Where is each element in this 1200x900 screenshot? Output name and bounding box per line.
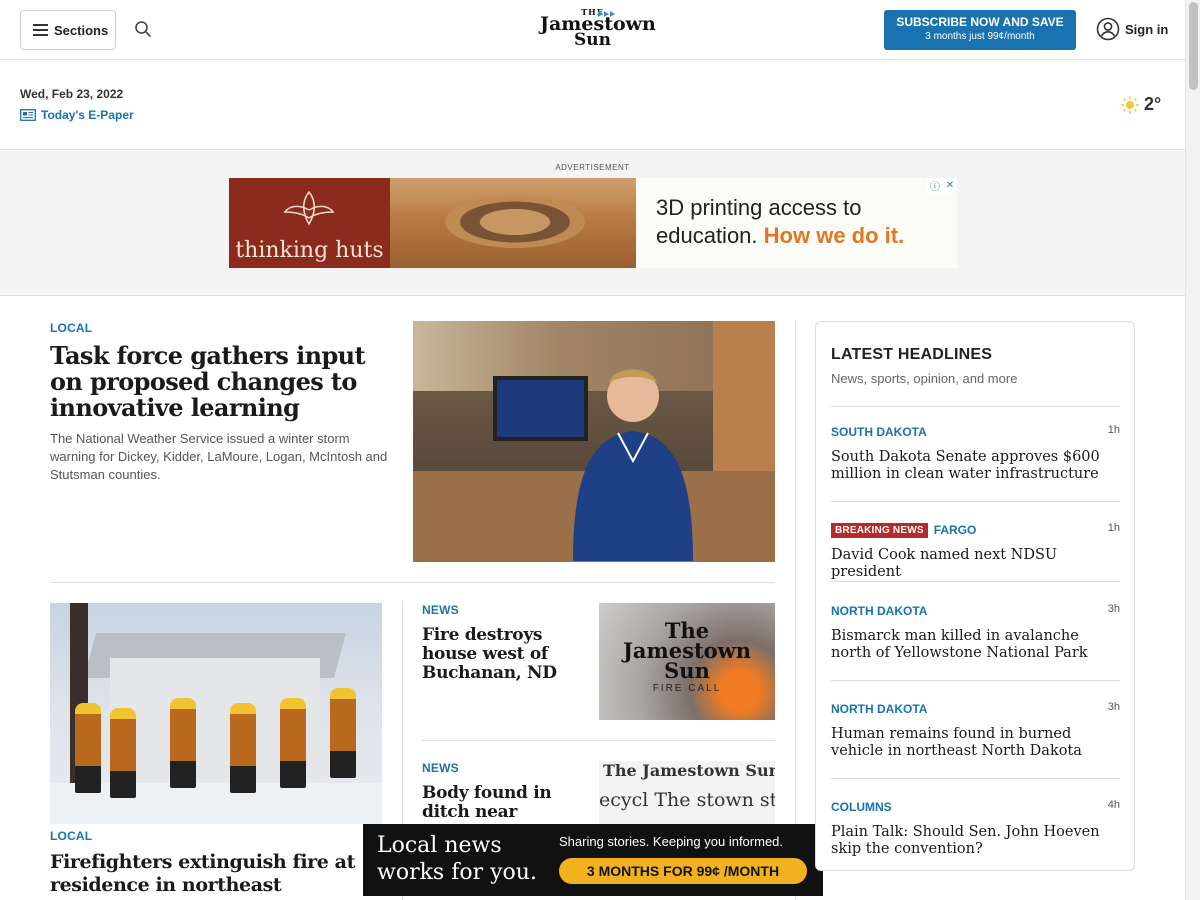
search-button[interactable]: [134, 20, 154, 40]
banner-ad-cta-button[interactable]: 3 MONTHS FOR 99¢ /MONTH: [559, 858, 807, 884]
bird-logo-icon: [283, 190, 335, 226]
ad-message-line1: 3D printing access to: [656, 195, 862, 220]
close-icon[interactable]: ✕: [946, 180, 954, 191]
advertisement-label: ADVERTISEMENT: [555, 163, 630, 172]
sections-label: Sections: [54, 22, 109, 38]
ad-message-prefix: education.: [656, 222, 758, 248]
subscribe-line2: 3 months just 99¢/month: [925, 31, 1035, 42]
ad-message-highlight: How we do it.: [763, 222, 905, 248]
divider: [422, 740, 775, 741]
temperature: 2°: [1144, 94, 1162, 114]
lead-headline[interactable]: Task force gathers input on proposed cha…: [50, 343, 390, 421]
news2-thumb-row2: ecycl The stown studi: [599, 789, 775, 811]
epaper-label: Today's E-Paper: [41, 108, 134, 122]
lead-summary: The National Weather Service issued a wi…: [50, 431, 388, 482]
news1-thumb-logo: The Jamestown Sun: [599, 620, 775, 683]
sun-icon: [1121, 95, 1139, 114]
headline-title[interactable]: Human remains found in burned vehicle in…: [831, 726, 1120, 760]
headline-age: 1h: [1107, 522, 1120, 534]
news2-headline[interactable]: Body found in ditch near: [422, 784, 582, 822]
sign-in-label: Sign in: [1125, 21, 1169, 37]
logo-arrows-icon: [598, 11, 615, 17]
newspaper-icon: [20, 109, 36, 121]
news1-thumb-caption: FIRE CALL: [652, 683, 722, 694]
search-icon: [135, 21, 151, 37]
headline-item[interactable]: NORTH DAKOTA 3h Human remains found in b…: [831, 700, 1120, 779]
headline-category[interactable]: FARGO: [934, 523, 977, 537]
fire-kicker[interactable]: LOCAL: [50, 829, 92, 843]
headline-item[interactable]: COLUMNS 4h Plain Talk: Should Sen. John …: [831, 798, 1120, 858]
banner-ad[interactable]: thinking huts 3D printing access to educ…: [229, 178, 957, 268]
subscribe-line1: SUBSCRIBE NOW AND SAVE: [896, 15, 1064, 29]
site-logo[interactable]: THE Jamestown Sun: [540, 8, 656, 52]
lead-photo-person: [573, 369, 693, 561]
current-date: Wed, Feb 23, 2022: [20, 87, 124, 101]
hamburger-icon: [33, 24, 48, 36]
news1-thumb-line3: Sun: [664, 658, 710, 683]
banner-ad-left: Local news works for you.: [377, 833, 537, 885]
latest-headlines-rail: LATEST HEADLINES News, sports, opinion, …: [815, 321, 1135, 871]
headline-title[interactable]: Plain Talk: Should Sen. John Hoeven skip…: [831, 824, 1120, 858]
rail-title: LATEST HEADLINES: [831, 346, 993, 363]
ad-message: 3D printing access to education. How we …: [636, 178, 957, 268]
weather-widget[interactable]: 2°: [1120, 94, 1161, 115]
headline-age: 4h: [1107, 799, 1120, 811]
headline-category[interactable]: COLUMNS: [831, 800, 892, 814]
headline-item[interactable]: BREAKING NEWS FARGO 1h David Cook named n…: [831, 521, 1120, 582]
subscribe-button[interactable]: SUBSCRIBE NOW AND SAVE 3 months just 99¢…: [884, 10, 1076, 50]
ad-hut-image: [390, 178, 636, 268]
epaper-link[interactable]: Today's E-Paper: [20, 108, 134, 122]
date-strip: Wed, Feb 23, 2022 Today's E-Paper 2°: [0, 60, 1185, 150]
headline-category[interactable]: NORTH DAKOTA: [831, 702, 927, 716]
lead-photo[interactable]: [413, 321, 775, 562]
divider: [831, 406, 1120, 407]
headline-age: 3h: [1107, 603, 1120, 615]
site-header: Sections THE Jamestown Sun SUBSCRIBE NOW…: [0, 0, 1185, 60]
adchoices-icon[interactable]: ⓘ: [930, 178, 940, 193]
headline-category[interactable]: SOUTH DAKOTA: [831, 425, 927, 439]
ad-band: ADVERTISEMENT thinking huts 3D printing …: [0, 151, 1185, 296]
sections-button[interactable]: Sections: [20, 10, 116, 50]
news2-kicker[interactable]: NEWS: [422, 761, 459, 775]
banner-ad-tagline: Sharing stories. Keeping you informed.: [559, 834, 784, 849]
news1-kicker[interactable]: NEWS: [422, 603, 459, 617]
subscription-banner-ad[interactable]: Local news works for you. Sharing storie…: [363, 824, 823, 896]
headline-title[interactable]: South Dakota Senate approves $600 millio…: [831, 449, 1120, 483]
user-icon: [1096, 17, 1120, 41]
news1-headline[interactable]: Fire destroys house west of Buchanan, ND: [422, 626, 582, 683]
ad-brand-name: thinking huts: [235, 238, 384, 263]
breaking-news-badge: BREAKING NEWS: [831, 523, 928, 538]
news2-thumb-row1: The Jamestown Sun: [603, 761, 775, 780]
ad-brand-panel: thinking huts: [229, 178, 390, 268]
headline-item[interactable]: NORTH DAKOTA 3h Bismarck man killed in a…: [831, 602, 1120, 681]
column-divider: [795, 321, 796, 900]
scrollbar-thumb[interactable]: [1189, 2, 1198, 90]
news2-thumbnail[interactable]: The Jamestown Sun ecycl The stown studi: [599, 761, 775, 825]
headline-item[interactable]: SOUTH DAKOTA 1h South Dakota Senate appr…: [831, 423, 1120, 502]
headline-category[interactable]: NORTH DAKOTA: [831, 604, 927, 618]
headline-title[interactable]: David Cook named next NDSU president: [831, 547, 1120, 581]
fire-photo[interactable]: [50, 603, 382, 824]
fire-headline[interactable]: Firefighters extinguish fire at residenc…: [50, 851, 380, 900]
headline-title[interactable]: Bismarck man killed in avalanche north o…: [831, 628, 1120, 662]
lead-kicker[interactable]: LOCAL: [50, 321, 92, 335]
page-scrollbar[interactable]: [1185, 0, 1200, 900]
headline-age: 3h: [1107, 701, 1120, 713]
rail-subtitle: News, sports, opinion, and more: [831, 371, 1018, 386]
ad-choices[interactable]: ⓘ ✕: [927, 178, 957, 193]
sign-in-button[interactable]: Sign in: [1096, 17, 1168, 41]
headline-age: 1h: [1107, 424, 1120, 436]
divider: [50, 582, 775, 583]
news1-thumbnail[interactable]: The Jamestown Sun FIRE CALL: [599, 603, 775, 720]
